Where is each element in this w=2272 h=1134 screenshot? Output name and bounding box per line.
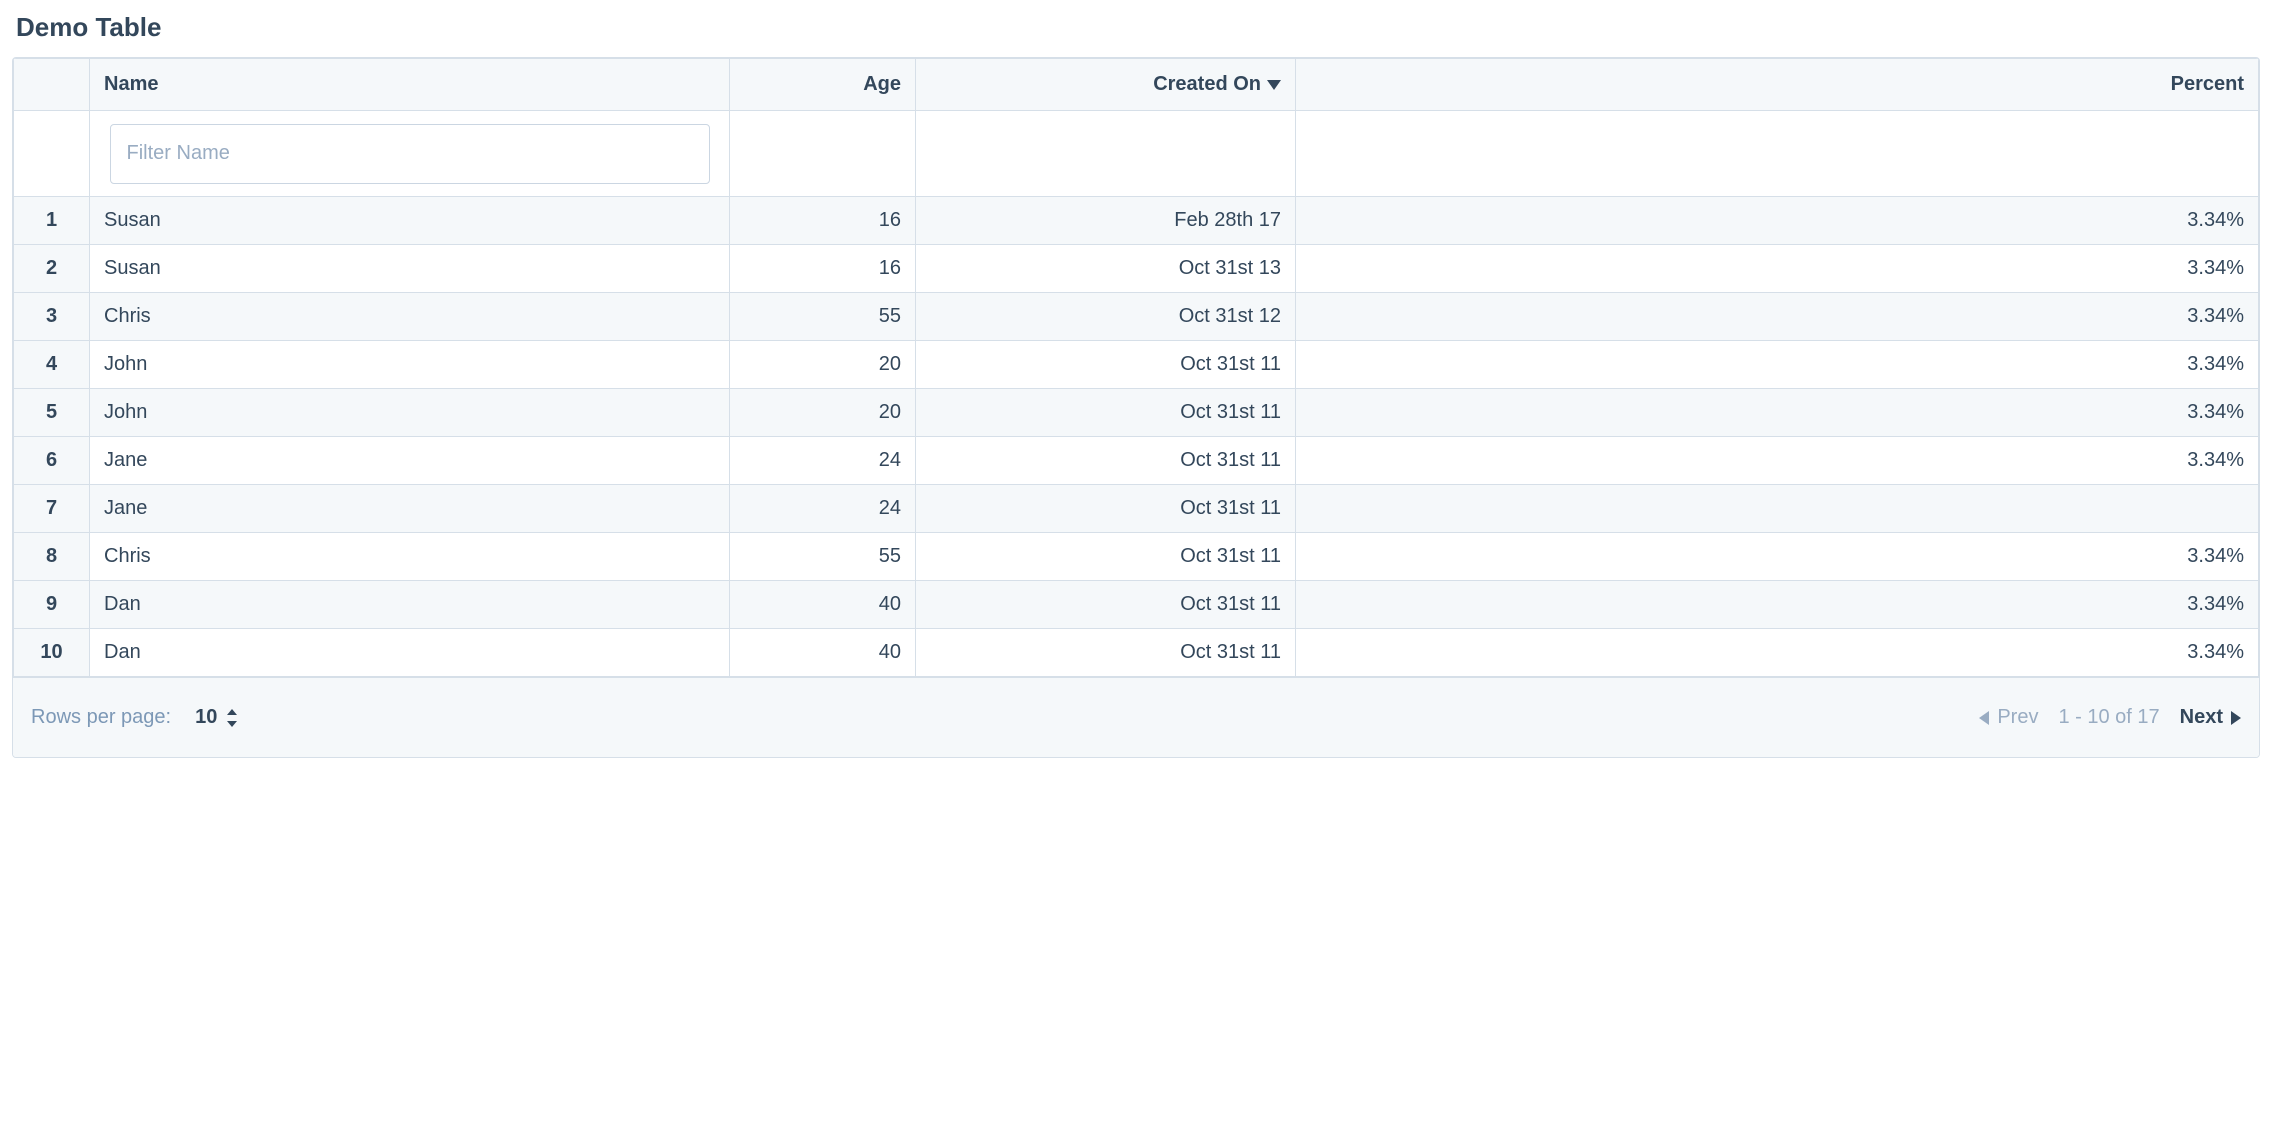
created-cell: Oct 31st 11 xyxy=(916,533,1296,581)
column-header-name[interactable]: Name xyxy=(90,59,730,111)
row-number-cell: 8 xyxy=(14,533,90,581)
data-table-container: Name Age Created On xyxy=(12,57,2260,758)
created-cell: Oct 31st 11 xyxy=(916,629,1296,677)
percent-cell: 3.34% xyxy=(1296,293,2259,341)
table-row[interactable]: 2Susan16Oct 31st 133.34% xyxy=(14,245,2259,293)
age-cell: 24 xyxy=(730,437,916,485)
age-cell: 40 xyxy=(730,629,916,677)
name-cell: Susan xyxy=(90,197,730,245)
age-cell: 55 xyxy=(730,293,916,341)
name-cell: Chris xyxy=(90,293,730,341)
age-cell: 20 xyxy=(730,341,916,389)
percent-cell: 3.34% xyxy=(1296,581,2259,629)
column-header-age[interactable]: Age xyxy=(730,59,916,111)
column-header-created[interactable]: Created On xyxy=(916,59,1296,111)
name-cell: Dan xyxy=(90,581,730,629)
data-table: Name Age Created On xyxy=(13,58,2259,677)
row-number-cell: 10 xyxy=(14,629,90,677)
percent-cell: 3.34% xyxy=(1296,197,2259,245)
row-number-cell: 9 xyxy=(14,581,90,629)
table-row[interactable]: 4John20Oct 31st 113.34% xyxy=(14,341,2259,389)
next-page-button[interactable]: Next xyxy=(2180,706,2241,729)
filter-cell-name xyxy=(90,111,730,197)
name-cell: Jane xyxy=(90,485,730,533)
table-row[interactable]: 9Dan40Oct 31st 113.34% xyxy=(14,581,2259,629)
column-header-created-label: Created On xyxy=(1153,73,1261,96)
column-header-percent-label: Percent xyxy=(2171,73,2244,96)
column-header-name-label: Name xyxy=(104,73,158,96)
table-title: Demo Table xyxy=(16,12,2260,43)
created-cell: Oct 31st 11 xyxy=(916,581,1296,629)
percent-cell: 3.34% xyxy=(1296,341,2259,389)
next-label: Next xyxy=(2180,706,2223,729)
row-number-cell: 2 xyxy=(14,245,90,293)
filter-cell-rownum xyxy=(14,111,90,197)
table-footer: Rows per page: 10 Prev 1 - 10 of 17 xyxy=(13,677,2259,757)
name-cell: John xyxy=(90,341,730,389)
filter-cell-created xyxy=(916,111,1296,197)
created-cell: Oct 31st 11 xyxy=(916,389,1296,437)
name-cell: Susan xyxy=(90,245,730,293)
select-updown-icon xyxy=(227,709,237,727)
table-body: 1Susan16Feb 28th 173.34%2Susan16Oct 31st… xyxy=(14,197,2259,677)
name-cell: Jane xyxy=(90,437,730,485)
name-cell: John xyxy=(90,389,730,437)
age-cell: 16 xyxy=(730,245,916,293)
percent-cell xyxy=(1296,485,2259,533)
created-cell: Oct 31st 11 xyxy=(916,341,1296,389)
row-number-cell: 1 xyxy=(14,197,90,245)
filter-cell-percent xyxy=(1296,111,2259,197)
age-cell: 16 xyxy=(730,197,916,245)
name-cell: Dan xyxy=(90,629,730,677)
chevron-right-icon xyxy=(2231,711,2241,725)
percent-cell: 3.34% xyxy=(1296,629,2259,677)
page-range-text: 1 - 10 of 17 xyxy=(2058,706,2159,729)
sort-desc-icon xyxy=(1267,80,1281,90)
table-row[interactable]: 8Chris55Oct 31st 113.34% xyxy=(14,533,2259,581)
prev-page-button[interactable]: Prev xyxy=(1979,706,2038,729)
row-number-cell: 6 xyxy=(14,437,90,485)
created-cell: Feb 28th 17 xyxy=(916,197,1296,245)
column-header-age-label: Age xyxy=(863,73,901,96)
name-cell: Chris xyxy=(90,533,730,581)
table-row[interactable]: 7Jane24Oct 31st 11 xyxy=(14,485,2259,533)
filter-cell-age xyxy=(730,111,916,197)
age-cell: 24 xyxy=(730,485,916,533)
table-row[interactable]: 3Chris55Oct 31st 123.34% xyxy=(14,293,2259,341)
created-cell: Oct 31st 11 xyxy=(916,437,1296,485)
created-cell: Oct 31st 13 xyxy=(916,245,1296,293)
age-cell: 55 xyxy=(730,533,916,581)
rows-per-page-label: Rows per page: xyxy=(31,706,171,729)
column-header-rownum xyxy=(14,59,90,111)
table-filter-row xyxy=(14,111,2259,197)
table-row[interactable]: 10Dan40Oct 31st 113.34% xyxy=(14,629,2259,677)
chevron-left-icon xyxy=(1979,711,1989,725)
filter-name-input[interactable] xyxy=(110,124,710,184)
percent-cell: 3.34% xyxy=(1296,245,2259,293)
row-number-cell: 4 xyxy=(14,341,90,389)
table-row[interactable]: 5John20Oct 31st 113.34% xyxy=(14,389,2259,437)
column-header-percent[interactable]: Percent xyxy=(1296,59,2259,111)
table-header-row: Name Age Created On xyxy=(14,59,2259,111)
percent-cell: 3.34% xyxy=(1296,437,2259,485)
row-number-cell: 3 xyxy=(14,293,90,341)
age-cell: 20 xyxy=(730,389,916,437)
table-row[interactable]: 6Jane24Oct 31st 113.34% xyxy=(14,437,2259,485)
row-number-cell: 7 xyxy=(14,485,90,533)
percent-cell: 3.34% xyxy=(1296,533,2259,581)
percent-cell: 3.34% xyxy=(1296,389,2259,437)
rows-per-page-value: 10 xyxy=(195,706,217,729)
table-row[interactable]: 1Susan16Feb 28th 173.34% xyxy=(14,197,2259,245)
created-cell: Oct 31st 12 xyxy=(916,293,1296,341)
rows-per-page-select[interactable]: 10 xyxy=(195,706,237,729)
prev-label: Prev xyxy=(1997,706,2038,729)
created-cell: Oct 31st 11 xyxy=(916,485,1296,533)
age-cell: 40 xyxy=(730,581,916,629)
row-number-cell: 5 xyxy=(14,389,90,437)
